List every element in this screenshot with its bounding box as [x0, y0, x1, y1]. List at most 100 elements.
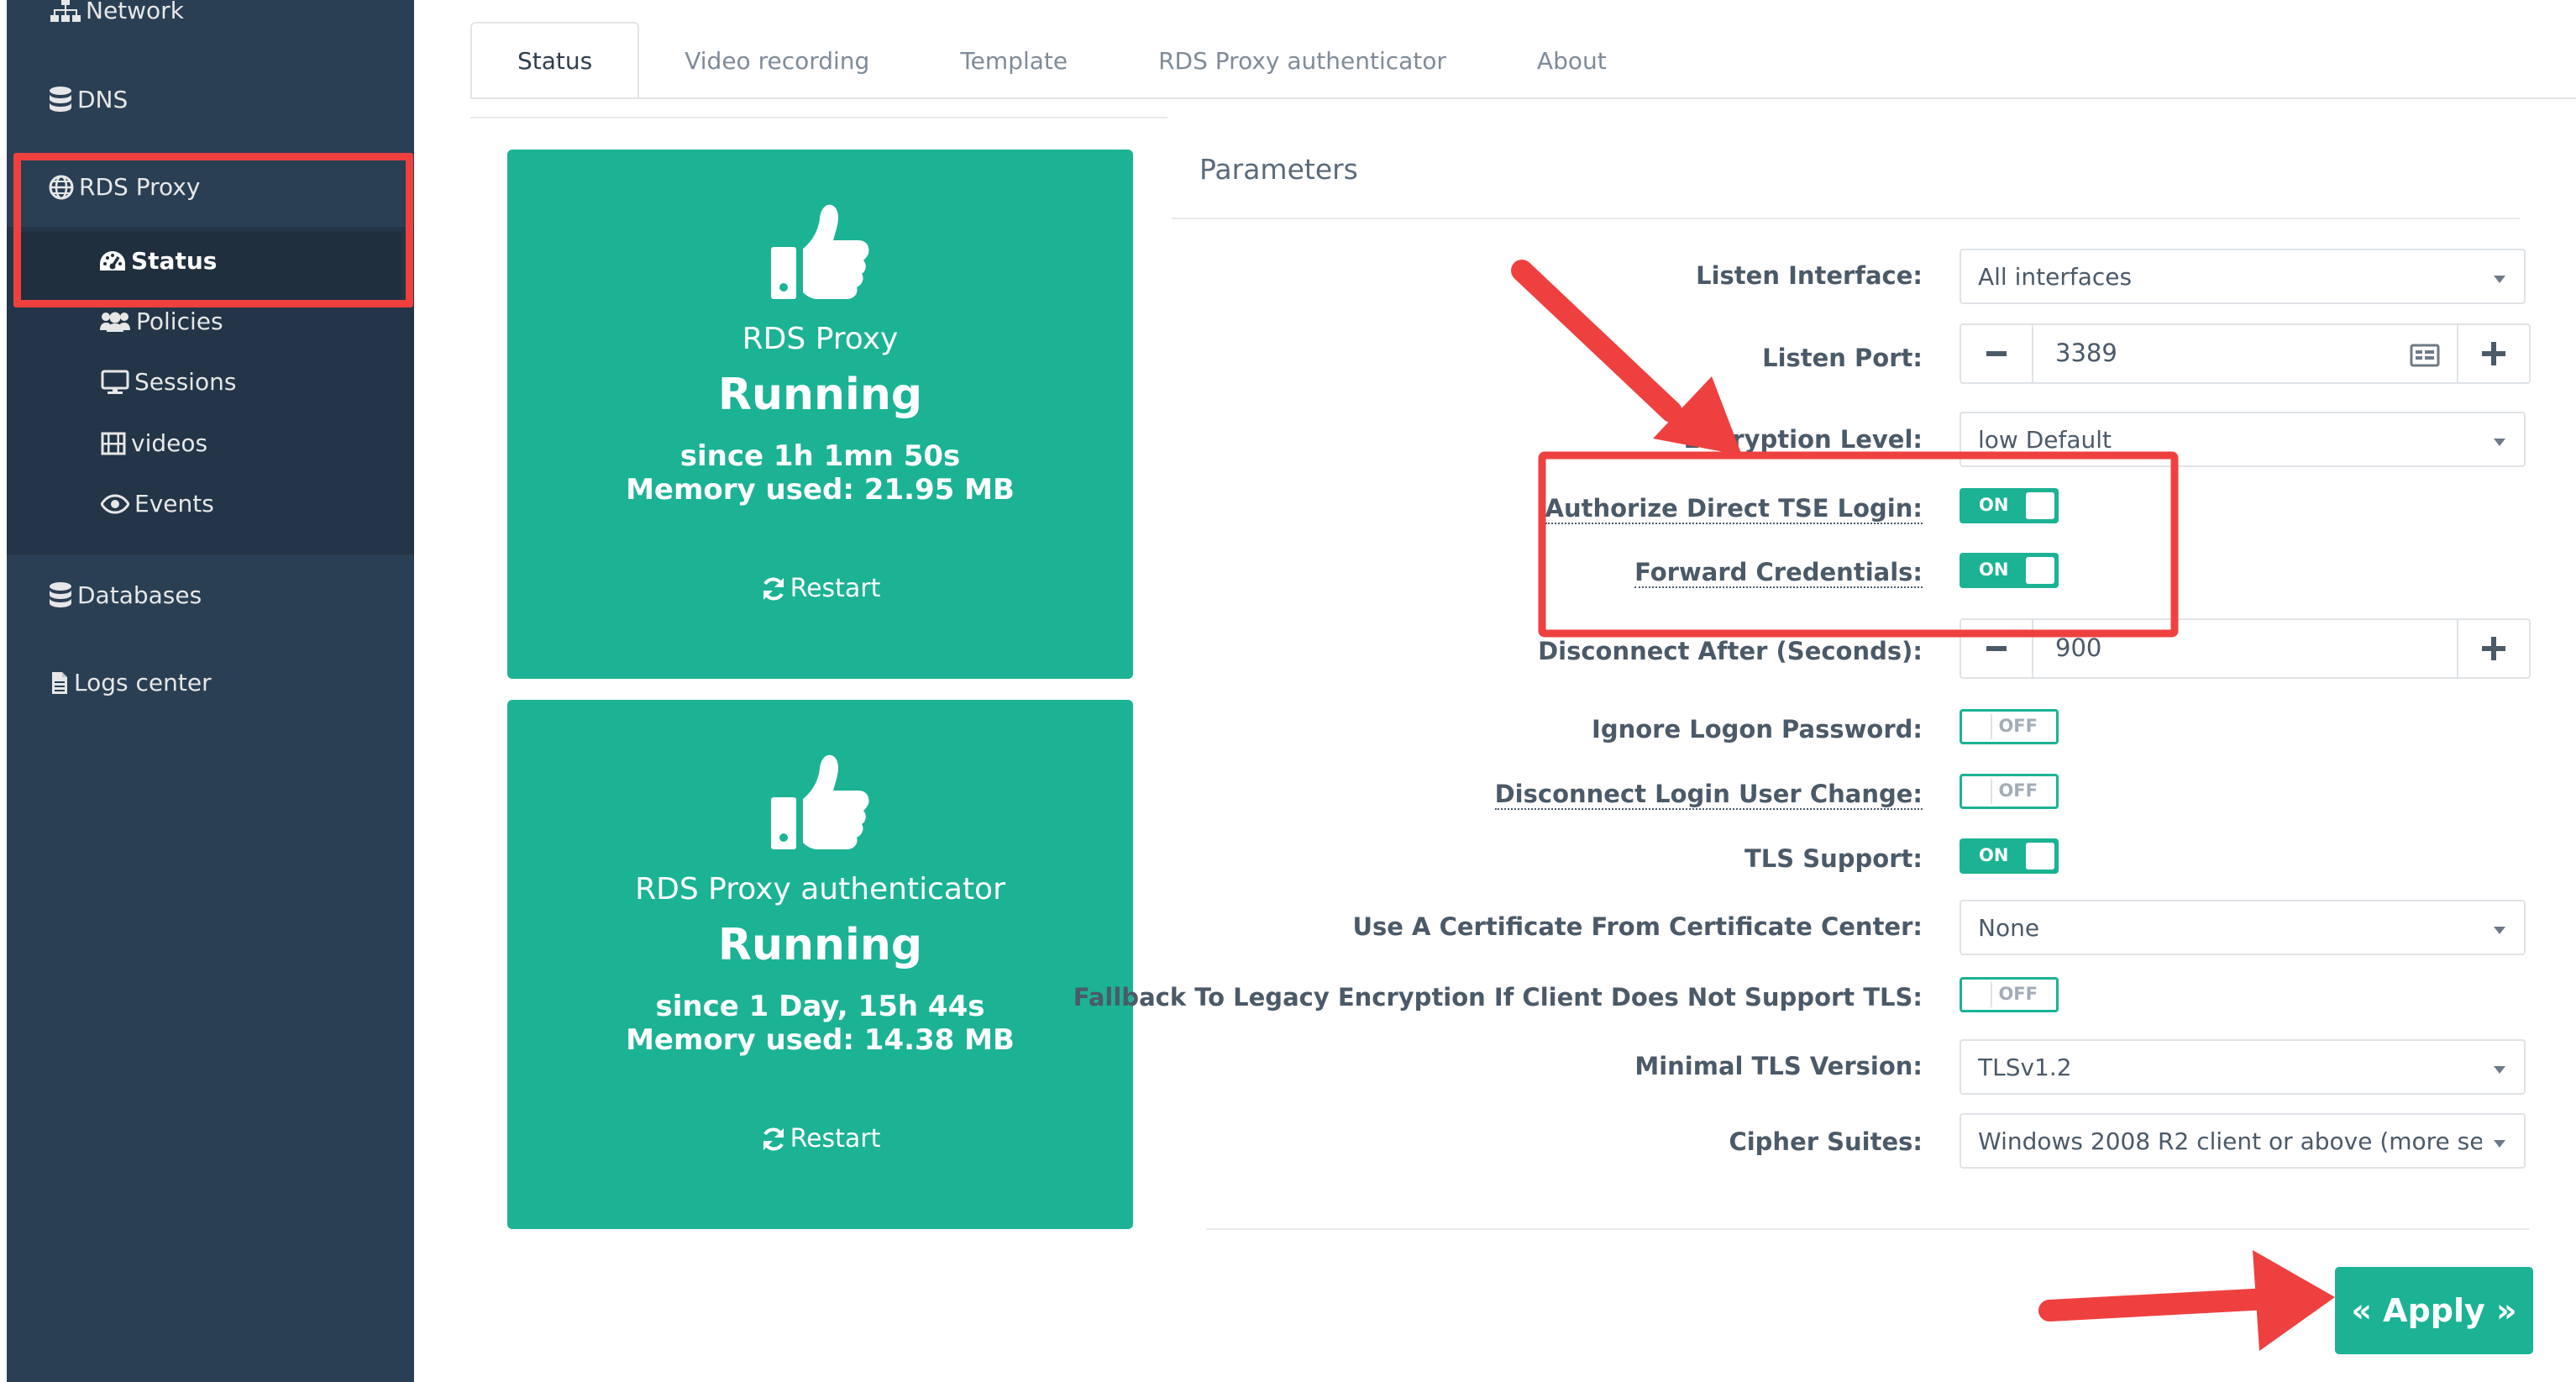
- ignore-logon-password-label: Ignore Logon Password:: [1592, 715, 1923, 744]
- minimal-tls-version-select[interactable]: TLSv1.2: [1960, 1039, 2526, 1095]
- cipher-suites-select[interactable]: Windows 2008 R2 client or above (more se…: [1960, 1113, 2526, 1169]
- service-state: Running: [717, 920, 923, 970]
- tab-rds-proxy-authenticator[interactable]: RDS Proxy authenticator: [1113, 22, 1492, 99]
- increment-button[interactable]: [2457, 325, 2529, 382]
- sidebar-item-label: Events: [134, 490, 214, 518]
- annotation-arrowhead: [2253, 1250, 2335, 1351]
- annotation-arrow: [1511, 260, 1682, 423]
- sidebar-item-videos[interactable]: videos: [101, 429, 207, 457]
- refresh-icon: [763, 1127, 784, 1150]
- parameters-divider: [1172, 218, 2520, 219]
- select-value: TLSv1.2: [1978, 1053, 2072, 1081]
- restart-label: Restart: [790, 574, 881, 603]
- tls-support-toggle[interactable]: ON: [1960, 838, 2059, 874]
- authorize-direct-tse-login-label: Authorize Direct TSE Login:: [1545, 494, 1923, 524]
- content-divider: [470, 117, 1167, 118]
- tabs-divider: [470, 97, 2576, 99]
- select-value: None: [1978, 913, 2040, 942]
- toggle-knob: [1964, 713, 1992, 740]
- form-footer-divider: [1206, 1228, 2529, 1230]
- service-uptime: since 1 Day, 15h 44s: [655, 990, 985, 1023]
- sidebar-item-network[interactable]: Network: [50, 0, 184, 24]
- sidebar-edge: [0, 0, 7, 1382]
- select-value: low Default: [1978, 425, 2112, 454]
- toggle-knob: [2026, 492, 2054, 519]
- sidebar-item-policies[interactable]: Policies: [99, 307, 223, 335]
- tab-bar: Status Video recording Template RDS Prox…: [470, 22, 1652, 99]
- eye-icon: [101, 493, 129, 514]
- annotation-highlight-box: [13, 153, 413, 307]
- plus-icon: [2482, 637, 2505, 660]
- label-text: Disconnect Login User Change:: [1494, 780, 1923, 810]
- status-card-rds-proxy-authenticator: RDS Proxy authenticator Running since 1 …: [507, 700, 1133, 1229]
- film-icon: [101, 432, 126, 455]
- parameters-title: Parameters: [1199, 153, 1358, 186]
- restart-button[interactable]: Restart: [507, 574, 1133, 603]
- forward-credentials-toggle[interactable]: ON: [1960, 553, 2059, 588]
- sidebar-item-databases[interactable]: Databases: [49, 581, 202, 609]
- disconnect-login-user-change-toggle[interactable]: OFF: [1960, 774, 2059, 809]
- tab-template[interactable]: Template: [915, 22, 1113, 99]
- file-icon: [52, 671, 67, 694]
- toggle-knob: [2026, 557, 2054, 584]
- fallback-legacy-encryption-toggle[interactable]: OFF: [1960, 977, 2059, 1012]
- disconnect-after-stepper[interactable]: 900: [1960, 618, 2531, 679]
- certificate-label: Use A Certificate From Certificate Cente…: [1352, 912, 1923, 941]
- chevron-down-icon: [2494, 927, 2505, 934]
- apply-button[interactable]: « Apply »: [2335, 1267, 2533, 1354]
- toggle-state: ON: [1979, 845, 2009, 865]
- listen-interface-label: Listen Interface:: [1696, 261, 1923, 290]
- toggle-state: ON: [1979, 495, 2009, 515]
- listen-port-stepper[interactable]: 3389: [1960, 323, 2531, 384]
- sidebar-item-sessions[interactable]: Sessions: [101, 368, 236, 396]
- listen-port-value[interactable]: 3389: [2055, 339, 2117, 367]
- sidebar-item-label: Databases: [77, 581, 202, 609]
- thumbs-up-icon: [771, 204, 869, 299]
- annotation-arrow: [2038, 1288, 2279, 1322]
- ignore-logon-password-toggle[interactable]: OFF: [1960, 709, 2059, 744]
- service-name: RDS Proxy: [742, 322, 899, 356]
- toggle-state: ON: [1979, 560, 2009, 580]
- monitor-icon: [101, 370, 129, 394]
- chevron-down-icon: [2494, 1066, 2505, 1074]
- database-icon: [50, 86, 71, 112]
- toggle-state: OFF: [1998, 716, 2038, 736]
- keyboard-icon: [2410, 344, 2440, 367]
- sidebar-item-label: videos: [131, 429, 208, 457]
- sidebar-item-dns[interactable]: DNS: [49, 86, 128, 113]
- tab-video-recording[interactable]: Video recording: [639, 22, 915, 99]
- sidebar-item-label: Logs center: [74, 669, 212, 696]
- select-value: Windows 2008 R2 client or above (more se…: [1978, 1127, 2482, 1155]
- plus-icon: [2482, 342, 2505, 365]
- toggle-state: OFF: [1998, 984, 2038, 1004]
- sidebar-item-label: Network: [86, 0, 184, 24]
- encryption-level-select[interactable]: low Default: [1960, 412, 2526, 467]
- sidebar-item-events[interactable]: Events: [101, 490, 214, 518]
- decrement-button[interactable]: [1961, 620, 2033, 677]
- thumbs-up-icon: [771, 754, 869, 849]
- decrement-button[interactable]: [1961, 325, 2033, 382]
- tab-about[interactable]: About: [1492, 22, 1652, 99]
- fallback-legacy-encryption-label: Fallback To Legacy Encryption If Client …: [1073, 983, 1923, 1012]
- authorize-direct-tse-login-toggle[interactable]: ON: [1960, 488, 2059, 523]
- database-icon: [50, 581, 71, 607]
- tls-support-label: TLS Support:: [1744, 844, 1923, 873]
- sidebar: Network DNS RDS Proxy Status Policies Se…: [0, 0, 414, 1382]
- tab-status[interactable]: Status: [470, 22, 640, 99]
- service-memory: Memory used: 21.95 MB: [626, 473, 1015, 507]
- disconnect-after-label: Disconnect After (Seconds):: [1538, 637, 1923, 665]
- minus-icon: [1986, 351, 2007, 356]
- toggle-state: OFF: [1998, 780, 2038, 801]
- certificate-select[interactable]: None: [1960, 900, 2526, 955]
- service-uptime: since 1h 1mn 50s: [679, 439, 961, 473]
- listen-interface-select[interactable]: All interfaces: [1960, 249, 2526, 304]
- disconnect-after-value[interactable]: 900: [2055, 633, 2101, 662]
- annotation-highlight-box: [1538, 451, 2179, 638]
- increment-button[interactable]: [2457, 620, 2529, 677]
- sidebar-item-label: DNS: [77, 86, 129, 113]
- restart-button[interactable]: Restart: [507, 1124, 1133, 1153]
- refresh-icon: [763, 577, 784, 600]
- listen-port-label: Listen Port:: [1762, 344, 1923, 372]
- sidebar-item-logs-center[interactable]: Logs center: [50, 669, 212, 696]
- sidebar-item-label: Policies: [136, 307, 223, 335]
